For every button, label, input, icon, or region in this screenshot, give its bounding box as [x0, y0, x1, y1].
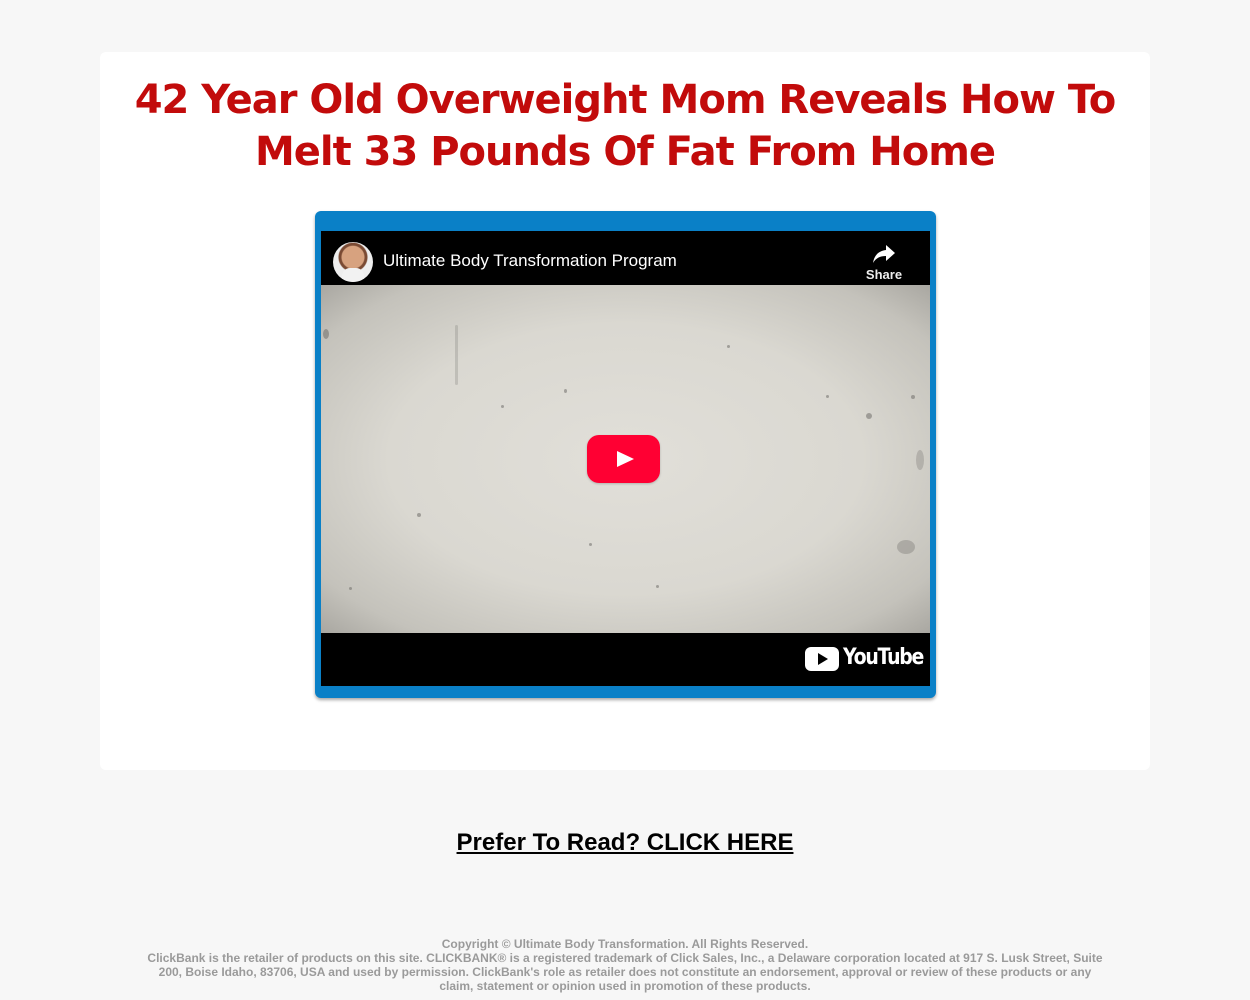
channel-avatar[interactable] — [333, 242, 373, 282]
video-title[interactable]: Ultimate Body Transformation Program — [383, 251, 677, 271]
thumbnail-speck — [455, 325, 458, 385]
video-thumbnail[interactable] — [321, 285, 930, 633]
thumbnail-speck — [916, 450, 924, 470]
footer-disclaimer: ClickBank is the retailer of products on… — [147, 951, 1103, 993]
thumbnail-speck — [727, 345, 730, 348]
thumbnail-speck — [897, 540, 915, 554]
video-bottom-bar: YouTube — [321, 633, 930, 686]
video-player[interactable]: Ultimate Body Transformation Program Sha… — [321, 231, 930, 686]
play-button[interactable] — [587, 435, 660, 483]
thumbnail-speck — [866, 413, 872, 419]
play-icon — [617, 451, 634, 467]
share-button[interactable]: Share — [861, 243, 907, 283]
thumbnail-speck — [501, 405, 504, 408]
youtube-logo[interactable]: YouTube — [805, 645, 924, 673]
thumbnail-speck — [349, 587, 352, 590]
share-label: Share — [865, 267, 903, 282]
content-card: 42 Year Old Overweight Mom Reveals How T… — [100, 52, 1150, 770]
video-top-bar: Ultimate Body Transformation Program Sha… — [321, 231, 930, 285]
thumbnail-speck — [323, 329, 329, 339]
thumbnail-speck — [656, 585, 659, 588]
thumbnail-speck — [564, 389, 567, 393]
headline-line-2: Melt 33 Pounds Of Fat From Home — [254, 129, 996, 175]
share-icon — [873, 245, 895, 263]
thumbnail-speck — [911, 395, 915, 399]
thumbnail-speck — [417, 513, 421, 517]
video-frame: Ultimate Body Transformation Program Sha… — [315, 211, 936, 698]
prefer-to-read-link[interactable]: Prefer To Read? CLICK HERE — [457, 829, 794, 856]
footer: Copyright © Ultimate Body Transformation… — [140, 937, 1110, 993]
page-headline: 42 Year Old Overweight Mom Reveals How T… — [100, 74, 1150, 178]
footer-copyright: Copyright © Ultimate Body Transformation… — [441, 937, 809, 951]
thumbnail-speck — [826, 395, 829, 398]
headline-line-1: 42 Year Old Overweight Mom Reveals How T… — [134, 77, 1117, 123]
youtube-wordmark: YouTube — [843, 645, 924, 670]
thumbnail-speck — [589, 543, 592, 546]
youtube-badge-icon — [805, 647, 839, 671]
read-link-container: Prefer To Read? CLICK HERE — [0, 829, 1250, 857]
